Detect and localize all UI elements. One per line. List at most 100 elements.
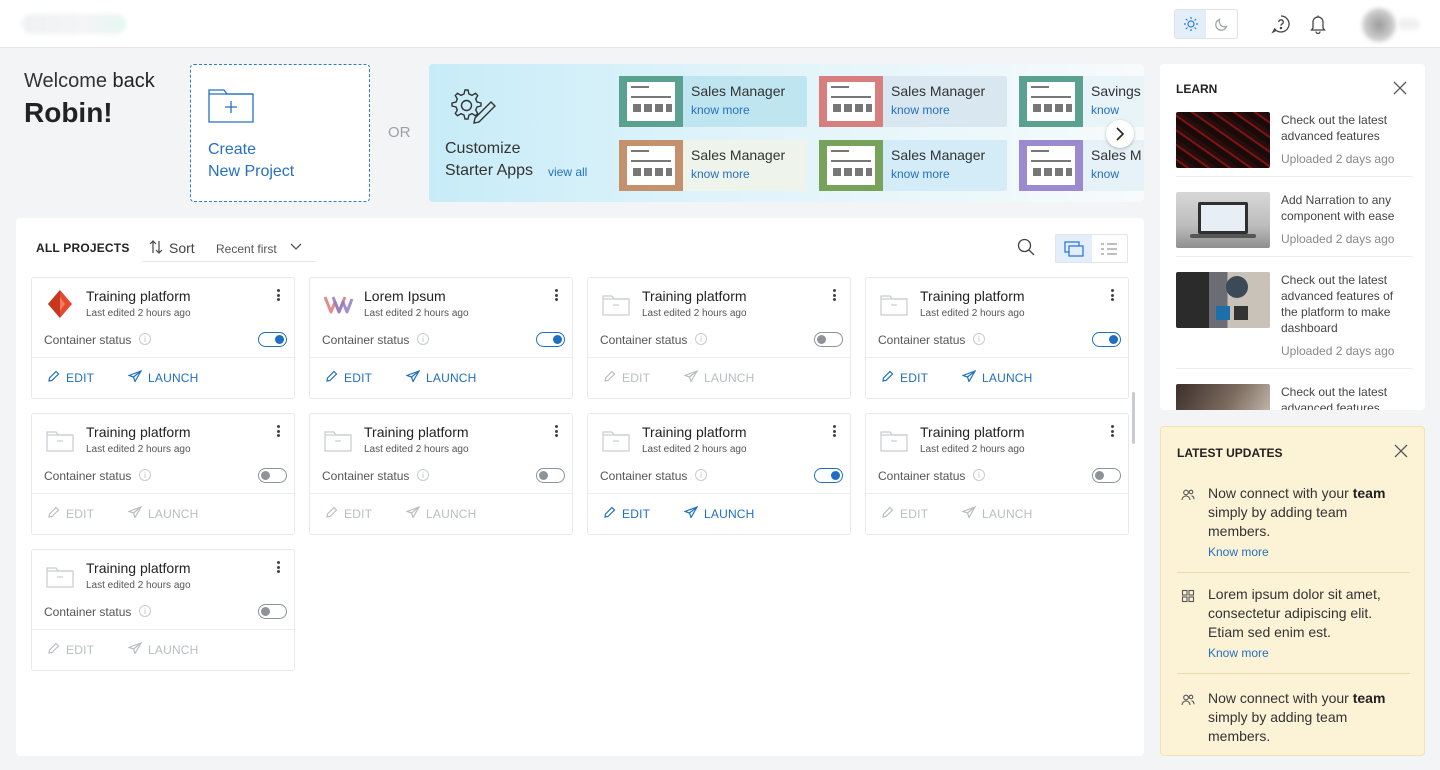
launch-button[interactable]: LAUNCH xyxy=(961,505,1033,521)
edit-button[interactable]: EDIT xyxy=(882,506,928,521)
close-learn-button[interactable] xyxy=(1393,81,1407,100)
starter-app-card[interactable]: Savings know xyxy=(1019,76,1144,127)
container-status-toggle[interactable] xyxy=(1092,332,1121,347)
container-status-toggle[interactable] xyxy=(258,604,287,619)
container-status-toggle[interactable] xyxy=(258,332,287,347)
learn-item-title[interactable]: Check out the latest advanced features xyxy=(1281,384,1413,410)
project-title[interactable]: Training platform xyxy=(920,424,1025,440)
more-options-icon[interactable] xyxy=(830,424,838,438)
view-toggle[interactable] xyxy=(1055,234,1128,263)
learn-item-title[interactable]: Check out the latest advanced features o… xyxy=(1281,272,1413,336)
container-status-toggle[interactable] xyxy=(814,332,843,347)
list-view-option[interactable] xyxy=(1092,235,1128,262)
container-status-toggle[interactable] xyxy=(536,332,565,347)
card-view-option[interactable] xyxy=(1056,235,1092,262)
learn-item-title[interactable]: Check out the latest advanced features xyxy=(1281,112,1413,144)
help-button[interactable] xyxy=(1270,13,1292,35)
light-mode-option[interactable] xyxy=(1175,10,1206,38)
edit-button[interactable]: EDIT xyxy=(882,370,928,385)
project-card[interactable]: Training platform Last edited 2 hours ago… xyxy=(309,413,573,535)
project-title[interactable]: Training platform xyxy=(642,424,747,440)
launch-button[interactable]: LAUNCH xyxy=(127,505,199,521)
learn-thumbnail[interactable] xyxy=(1176,384,1270,410)
know-more-link[interactable]: know more xyxy=(691,167,750,181)
more-options-icon[interactable] xyxy=(552,424,560,438)
project-card[interactable]: Training platform Last edited 2 hours ago… xyxy=(587,413,851,535)
theme-toggle[interactable] xyxy=(1174,9,1238,39)
project-title[interactable]: Training platform xyxy=(364,424,469,440)
more-options-icon[interactable] xyxy=(1108,288,1116,302)
project-card[interactable]: Training platform Last edited 2 hours ago… xyxy=(31,549,295,671)
project-card[interactable]: Training platform Last edited 2 hours ago… xyxy=(587,277,851,399)
launch-button[interactable]: LAUNCH xyxy=(127,369,199,385)
project-title[interactable]: Training platform xyxy=(920,288,1025,304)
starter-app-card[interactable]: Sales Manager know more xyxy=(819,140,1007,191)
edit-button[interactable]: EDIT xyxy=(48,370,94,385)
know-more-link[interactable]: Know more xyxy=(1208,646,1269,660)
view-all-link[interactable]: view all xyxy=(548,165,587,179)
info-icon[interactable]: i xyxy=(417,469,429,481)
container-status-toggle[interactable] xyxy=(814,468,843,483)
create-new-project-button[interactable]: Create New Project xyxy=(190,64,370,202)
edit-button[interactable]: EDIT xyxy=(604,506,650,521)
launch-button[interactable]: LAUNCH xyxy=(961,369,1033,385)
app-logo[interactable] xyxy=(22,14,126,34)
avatar[interactable] xyxy=(1362,8,1396,42)
notifications-button[interactable] xyxy=(1307,13,1329,35)
search-button[interactable] xyxy=(1017,238,1035,261)
know-more-link[interactable]: know more xyxy=(891,103,950,117)
close-updates-button[interactable] xyxy=(1394,444,1408,463)
sort-control[interactable]: Sort Recent first xyxy=(142,232,315,262)
more-options-icon[interactable] xyxy=(274,560,282,574)
scrollbar-thumb[interactable] xyxy=(1132,392,1135,444)
container-status-toggle[interactable] xyxy=(536,468,565,483)
launch-button[interactable]: LAUNCH xyxy=(127,641,199,657)
learn-item-title[interactable]: Add Narration to any component with ease xyxy=(1281,192,1413,224)
launch-button[interactable]: LAUNCH xyxy=(683,505,755,521)
container-status-toggle[interactable] xyxy=(1092,468,1121,483)
know-more-link[interactable]: know xyxy=(1091,103,1119,117)
project-title[interactable]: Training platform xyxy=(642,288,747,304)
know-more-link[interactable]: know xyxy=(1091,167,1119,181)
edit-button[interactable]: EDIT xyxy=(326,370,372,385)
know-more-link[interactable]: know more xyxy=(691,103,750,117)
info-icon[interactable]: i xyxy=(695,469,707,481)
know-more-link[interactable]: Know more xyxy=(1208,545,1269,559)
info-icon[interactable]: i xyxy=(695,333,707,345)
starter-app-card[interactable]: Sales M know xyxy=(1019,140,1144,191)
edit-button[interactable]: EDIT xyxy=(48,506,94,521)
project-card[interactable]: Training platform Last edited 2 hours ago… xyxy=(865,413,1129,535)
more-options-icon[interactable] xyxy=(830,288,838,302)
learn-thumbnail[interactable] xyxy=(1176,272,1270,328)
project-title[interactable]: Training platform xyxy=(86,424,191,440)
info-icon[interactable]: i xyxy=(417,333,429,345)
starter-app-card[interactable]: Sales Manager know more xyxy=(619,140,807,191)
info-icon[interactable]: i xyxy=(973,333,985,345)
know-more-link[interactable]: know more xyxy=(891,167,950,181)
info-icon[interactable]: i xyxy=(139,469,151,481)
launch-button[interactable]: LAUNCH xyxy=(683,369,755,385)
launch-button[interactable]: LAUNCH xyxy=(405,505,477,521)
learn-thumbnail[interactable] xyxy=(1176,112,1270,168)
info-icon[interactable]: i xyxy=(973,469,985,481)
more-options-icon[interactable] xyxy=(274,424,282,438)
project-card[interactable]: Lorem Ipsum Last edited 2 hours ago Contai… xyxy=(309,277,573,399)
info-icon[interactable]: i xyxy=(139,605,151,617)
more-options-icon[interactable] xyxy=(274,288,282,302)
project-title[interactable]: Training platform xyxy=(86,288,191,304)
project-card[interactable]: Training platform Last edited 2 hours ago… xyxy=(31,277,295,399)
edit-button[interactable]: EDIT xyxy=(604,370,650,385)
carousel-next-button[interactable] xyxy=(1106,120,1134,148)
project-title[interactable]: Lorem Ipsum xyxy=(364,288,446,304)
info-icon[interactable]: i xyxy=(139,333,151,345)
more-options-icon[interactable] xyxy=(552,288,560,302)
edit-button[interactable]: EDIT xyxy=(48,642,94,657)
learn-thumbnail[interactable] xyxy=(1176,192,1270,248)
project-card[interactable]: Training platform Last edited 2 hours ago… xyxy=(865,277,1129,399)
starter-app-card[interactable]: Sales Manager know more xyxy=(619,76,807,127)
dark-mode-option[interactable] xyxy=(1206,10,1237,38)
project-card[interactable]: Training platform Last edited 2 hours ago… xyxy=(31,413,295,535)
user-menu-caret[interactable] xyxy=(1398,18,1420,30)
edit-button[interactable]: EDIT xyxy=(326,506,372,521)
project-title[interactable]: Training platform xyxy=(86,560,191,576)
